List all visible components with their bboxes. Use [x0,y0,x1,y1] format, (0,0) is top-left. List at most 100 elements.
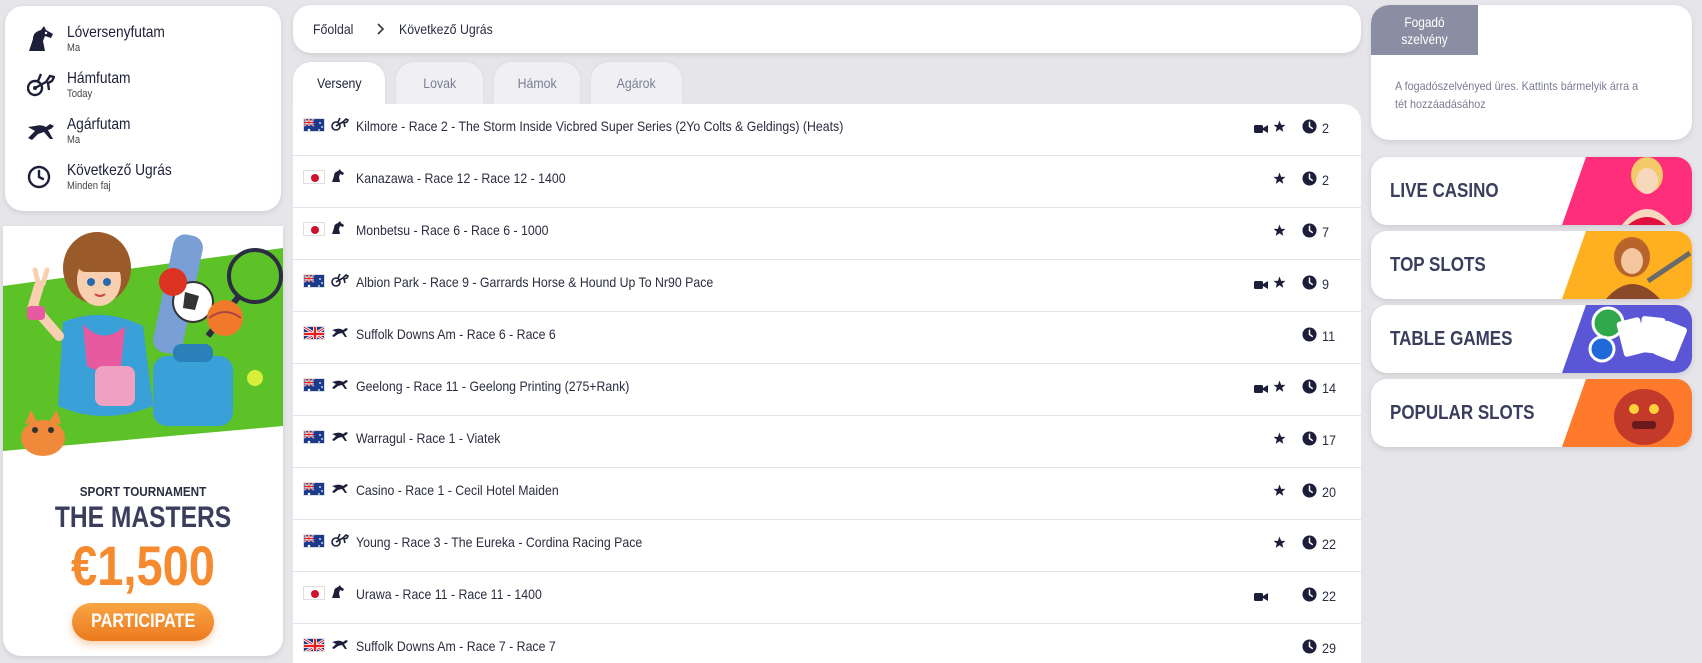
greyhound-icon [331,637,349,655]
minutes-to-start: 20 [1322,484,1337,500]
clock-icon [1302,327,1317,347]
star-icon[interactable] [1273,380,1286,398]
casino-link-label: POPULAR SLOTS [1390,402,1535,424]
sport-item-text: Hámfutam Today [67,70,141,100]
horse-icon [331,221,345,240]
casino-link-label: LIVE CASINO [1390,180,1499,202]
star-icon[interactable] [1273,536,1286,554]
clock-icon [1302,379,1317,399]
tab-hamok[interactable]: Hámok [494,62,580,104]
bet-slip-tab[interactable]: Fogadó szelvény [1371,5,1478,55]
race-name: Kilmore - Race 2 - The Storm Inside Vicb… [356,118,844,134]
flag-au-icon [303,482,325,496]
minutes-to-start: 2 [1322,120,1330,136]
race-row[interactable]: Young - Race 3 - The Eureka - Cordina Ra… [293,520,1361,572]
star-icon[interactable] [1273,172,1286,190]
greyhound-icon [27,121,67,141]
sport-item[interactable]: Agárfutam Ma [5,108,281,154]
casino-link-label: TABLE GAMES [1390,328,1513,350]
star-icon[interactable] [1273,432,1286,450]
greyhound-icon [331,325,349,343]
race-row[interactable]: Geelong - Race 11 - Geelong Printing (27… [293,364,1361,416]
race-row[interactable]: Kilmore - Race 2 - The Storm Inside Vicb… [293,104,1361,156]
greyhound-icon [331,377,349,395]
harness-cart-icon [27,73,67,97]
race-row[interactable]: Casino - Race 1 - Cecil Hotel Maiden 20 [293,468,1361,520]
star-icon[interactable] [1273,276,1286,294]
star-icon[interactable] [1273,484,1286,502]
video-camera-icon[interactable] [1254,121,1268,139]
clock-icon [1302,223,1317,243]
tab-label: Lovak [423,75,456,91]
race-row[interactable]: Kanazawa - Race 12 - Race 12 - 1400 2 [293,156,1361,208]
minutes-to-start: 2 [1322,172,1330,188]
minutes-to-start: 7 [1322,224,1330,240]
flag-au-icon [303,378,325,392]
sports-menu: Lóversenyfutam Ma Hámfutam Today Agárfutam Ma… [5,6,281,211]
clock-icon [1302,275,1317,295]
casino-link-label: TOP SLOTS [1390,254,1486,276]
participate-button-label: PARTICIPATE [90,611,196,632]
star-icon[interactable] [1273,120,1286,138]
popular-slots-link[interactable]: POPULAR SLOTS [1371,379,1692,447]
race-name: Urawa - Race 11 - Race 11 - 1400 [356,586,542,602]
tab-agarok[interactable]: Agárok [591,62,682,104]
top-slots-link[interactable]: TOP SLOTS [1371,231,1692,299]
sport-item-subtitle: Ma [67,134,81,146]
chevron-right-icon [377,23,385,35]
sport-item[interactable]: Hámfutam Today [5,62,281,108]
promo-title: THE MASTERS [54,501,232,534]
flag-au-icon [303,274,325,288]
race-tabs: Verseny Lovak Hámok Agárok [293,62,693,104]
bet-slip-message-line: A fogadószelvényed üres. Kattints bármel… [1395,79,1639,93]
race-name: Geelong - Race 11 - Geelong Printing (27… [356,378,630,394]
race-row[interactable]: Urawa - Race 11 - Race 11 - 1400 22 [293,572,1361,624]
participate-button[interactable]: PARTICIPATE [72,603,214,641]
bet-slip: Fogadó szelvény A fogadószelvényed üres.… [1371,5,1692,140]
bet-slip-title: szelvény [1401,31,1448,47]
race-name: Casino - Race 1 - Cecil Hotel Maiden [356,482,559,498]
tab-label: Hámok [517,75,557,91]
sport-item[interactable]: Lóversenyfutam Ma [5,16,281,62]
tab-lovak[interactable]: Lovak [396,62,483,104]
promo-banner[interactable]: SPORT TOURNAMENT THE MASTERS €1,500 PART… [3,226,283,656]
sport-item[interactable]: Következő Ugrás Minden faj [5,154,281,200]
clock-icon [1302,483,1317,503]
flag-gb-icon [303,638,325,652]
race-name: Suffolk Downs Am - Race 6 - Race 6 [356,326,556,342]
promo-tag: SPORT TOURNAMENT [79,484,207,499]
breadcrumb: Főoldal Következő Ugrás [293,5,1361,53]
race-name: Albion Park - Race 9 - Garrards Horse & … [356,274,714,290]
star-icon[interactable] [1273,224,1286,242]
race-row[interactable]: Warragul - Race 1 - Viatek 17 [293,416,1361,468]
promo-amount: €1,500 [71,534,215,597]
race-row[interactable]: Albion Park - Race 9 - Garrards Horse & … [293,260,1361,312]
video-camera-icon[interactable] [1254,277,1268,295]
flag-au-icon [303,534,325,548]
bet-slip-empty-message: A fogadószelvényed üres. Kattints bármel… [1371,55,1692,113]
breadcrumb-home-link[interactable]: Főoldal [313,21,353,37]
minutes-to-start: 22 [1322,536,1337,552]
race-row[interactable]: Monbetsu - Race 6 - Race 6 - 1000 7 [293,208,1361,260]
sport-item-name: Hámfutam [67,70,131,87]
breadcrumb-current: Következő Ugrás [398,21,493,37]
flag-jp-icon [303,222,325,236]
video-camera-icon[interactable] [1254,381,1268,399]
tab-verseny[interactable]: Verseny [293,62,385,104]
horse-icon [331,169,345,188]
video-camera-icon[interactable] [1254,589,1268,607]
flag-au-icon [303,430,325,444]
sport-item-name: Lóversenyfutam [67,24,165,41]
sport-item-text: Következő Ugrás Minden faj [67,162,189,192]
live-casino-link[interactable]: LIVE CASINO [1371,157,1692,225]
table-games-link[interactable]: TABLE GAMES [1371,305,1692,373]
race-name: Warragul - Race 1 - Viatek [356,430,501,446]
sport-item-text: Lóversenyfutam Ma [67,24,181,54]
race-row[interactable]: Suffolk Downs Am - Race 7 - Race 7 29 [293,624,1361,663]
minutes-to-start: 22 [1322,588,1337,604]
race-row[interactable]: Suffolk Downs Am - Race 6 - Race 6 11 [293,312,1361,364]
minutes-to-start: 17 [1322,432,1337,448]
flag-jp-icon [303,170,325,184]
promo-illustration [3,232,283,466]
clock-icon [1302,535,1317,555]
